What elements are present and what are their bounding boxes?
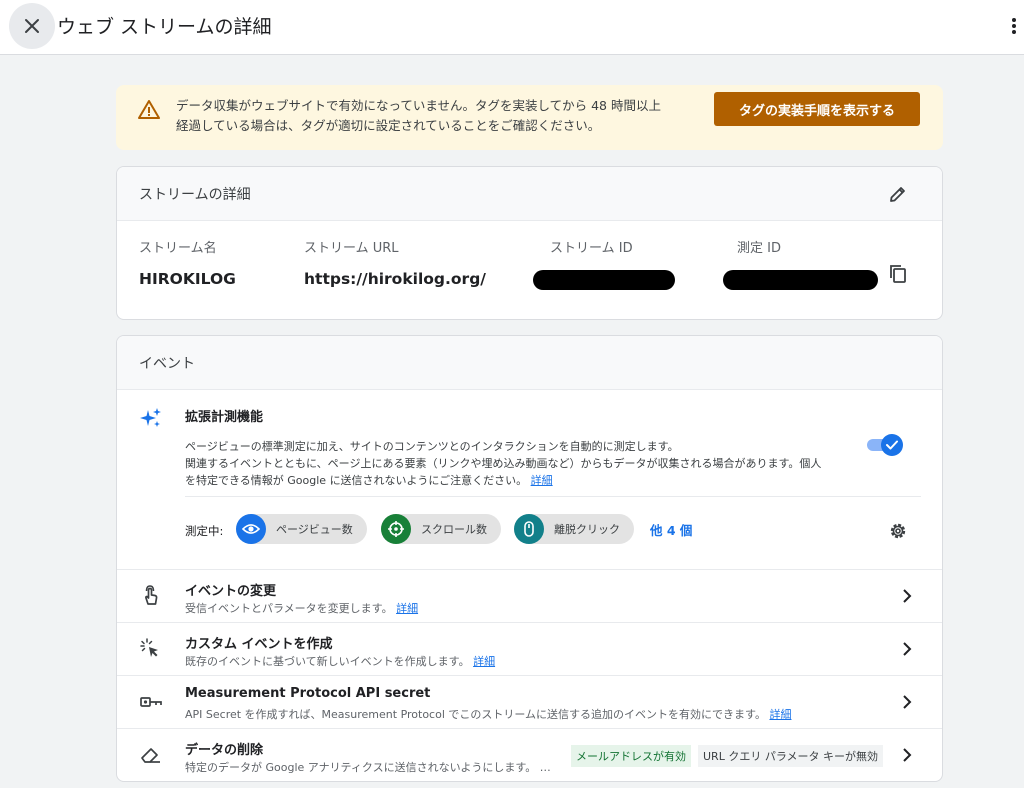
modify-events-subtitle: 受信イベントとパラメータを変更します。 詳細	[185, 600, 418, 616]
top-app-bar: ウェブ ストリームの詳細	[0, 0, 1024, 55]
chip-page-views: ページビュー数	[236, 514, 367, 544]
measuring-label: 測定中:	[185, 524, 224, 538]
enhanced-desc-line2: 関連するイベントとともに、ページ上にある要素（リンクや埋め込み動画など）からもデ…	[185, 457, 822, 470]
modify-events-learn-more[interactable]: 詳細	[396, 602, 418, 615]
measurement-protocol-row[interactable]: Measurement Protocol API secret API Secr…	[117, 675, 942, 728]
enhanced-measurement-section: 拡張計測機能 ページビューの標準測定に加え、サイトのコンテンツとのインタラクショ…	[117, 390, 942, 570]
create-custom-event-desc: 既存のイベントに基づいて新しいイベントを作成します。	[185, 655, 470, 668]
key-icon	[140, 697, 162, 707]
edit-button[interactable]	[885, 181, 911, 207]
copy-button[interactable]	[887, 263, 909, 285]
sparkle-icon	[140, 408, 161, 427]
enhanced-measurement-title: 拡張計測機能	[185, 410, 264, 425]
enhanced-learn-more-link[interactable]: 詳細	[531, 474, 553, 487]
chip-scrolls: スクロール数	[381, 514, 501, 544]
stream-id-value	[533, 270, 675, 294]
measurement-protocol-subtitle: API Secret を作成すれば、Measurement Protocol で…	[185, 706, 791, 722]
gear-icon	[890, 523, 906, 539]
edit-pencil-icon	[890, 187, 905, 202]
events-card: イベント 拡張計測機能 ページビューの標準測定に加え、サイトのコンテンツとのイン…	[116, 335, 943, 782]
more-options-button[interactable]	[1004, 12, 1024, 40]
measurement-protocol-learn-more[interactable]: 詳細	[769, 708, 791, 721]
email-enabled-badge: メールアドレスが有効	[571, 745, 691, 767]
data-redaction-row[interactable]: データの削除 特定のデータが Google アナリティクスに送信されないようにし…	[117, 728, 942, 781]
enhanced-measurement-toggle[interactable]	[867, 434, 903, 456]
create-custom-event-subtitle: 既存のイベントに基づいて新しいイベントを作成します。 詳細	[185, 653, 495, 669]
warning-message: データ収集がウェブサイトで有効になっていません。タグを実装してから 48 時間以…	[176, 96, 706, 136]
stream-details-title: ストリームの詳細	[139, 187, 251, 203]
mouse-icon	[514, 514, 544, 544]
data-redaction-subtitle: 特定のデータが Google アナリティクスに送信されないようにします。 …	[185, 761, 551, 774]
stream-name-label: ストリーム名	[139, 241, 217, 256]
events-header: イベント	[117, 336, 942, 390]
chip-scrolls-label: スクロール数	[421, 523, 487, 536]
measurement-id-value	[723, 270, 878, 294]
chevron-right-icon	[903, 695, 912, 709]
stream-name-value: HIROKILOG	[139, 270, 236, 288]
enhanced-divider	[185, 496, 921, 497]
stream-id-field: ストリーム ID	[533, 237, 675, 294]
modify-events-row[interactable]: イベントの変更 受信イベントとパラメータを変更します。 詳細	[117, 569, 942, 622]
more-vert-icon	[1012, 18, 1016, 34]
events-title: イベント	[139, 356, 195, 372]
modify-events-title: イベントの変更	[185, 584, 277, 599]
stream-details-header: ストリームの詳細	[117, 167, 942, 221]
eraser-icon	[141, 748, 160, 763]
click-sparkle-icon	[140, 638, 158, 657]
stream-url-field: ストリーム URL https://hirokilog.org/	[304, 237, 486, 288]
stream-id-label: ストリーム ID	[550, 241, 633, 256]
stream-details-card: ストリームの詳細 ストリーム名 HIROKILOG ストリーム URL http…	[116, 166, 943, 320]
chevron-right-icon	[903, 642, 912, 656]
warning-text-line1: データ収集がウェブサイトで有効になっていません。タグを実装してから 48 時間以…	[176, 98, 661, 113]
chevron-right-icon	[903, 748, 912, 762]
enhanced-settings-button[interactable]	[887, 520, 909, 542]
page-title: ウェブ ストリームの詳細	[57, 16, 272, 38]
redacted-measurement-id	[723, 270, 878, 290]
stream-name-field: ストリーム名 HIROKILOG	[139, 237, 236, 288]
chevron-right-icon	[903, 589, 912, 603]
modify-events-desc: 受信イベントとパラメータを変更します。	[185, 602, 393, 615]
measurement-id-field: 測定 ID	[723, 237, 878, 294]
chip-outbound-clicks-label: 離脱クリック	[554, 523, 620, 536]
enhanced-desc-line1: ページビューの標準測定に加え、サイトのコンテンツとのインタラクションを自動的に測…	[185, 440, 679, 453]
close-icon	[25, 19, 39, 33]
redacted-stream-id	[533, 270, 675, 290]
stream-url-label: ストリーム URL	[304, 241, 399, 256]
toggle-knob	[881, 434, 903, 456]
create-custom-event-title: カスタム イベントを作成	[185, 637, 333, 652]
create-custom-event-row[interactable]: カスタム イベントを作成 既存のイベントに基づいて新しいイベントを作成します。 …	[117, 622, 942, 675]
warning-icon	[138, 100, 160, 119]
check-icon	[886, 440, 898, 450]
eye-icon	[236, 514, 266, 544]
measurement-protocol-desc: API Secret を作成すれば、Measurement Protocol で…	[185, 708, 766, 721]
copy-icon	[890, 265, 906, 283]
enhanced-desc-line3: を特定できる情報が Google に送信されないようにご注意ください。	[185, 474, 528, 487]
url-query-disabled-badge: URL クエリ パラメータ キーが無効	[698, 745, 883, 767]
measurement-protocol-title: Measurement Protocol API secret	[185, 686, 431, 701]
chip-page-views-label: ページビュー数	[276, 523, 353, 536]
more-events-link[interactable]: 他 4 個	[650, 520, 692, 539]
close-button[interactable]	[9, 3, 55, 49]
scroll-crosshair-icon	[381, 514, 411, 544]
stream-url-value: https://hirokilog.org/	[304, 270, 486, 288]
warning-text-line2: 経過している場合は、タグが適切に設定されていることをご確認ください。	[176, 118, 601, 133]
create-custom-event-learn-more[interactable]: 詳細	[473, 655, 495, 668]
show-tag-instructions-button[interactable]: タグの実装手順を表示する	[714, 92, 920, 126]
chip-outbound-clicks: 離脱クリック	[514, 514, 634, 544]
data-redaction-title: データの削除	[185, 743, 264, 758]
measurement-id-label: 測定 ID	[737, 241, 781, 256]
enhanced-measurement-description: ページビューの標準測定に加え、サイトのコンテンツとのインタラクションを自動的に測…	[185, 438, 865, 489]
touch-hand-icon	[145, 585, 158, 605]
warning-banner: データ収集がウェブサイトで有効になっていません。タグを実装してから 48 時間以…	[116, 85, 943, 150]
